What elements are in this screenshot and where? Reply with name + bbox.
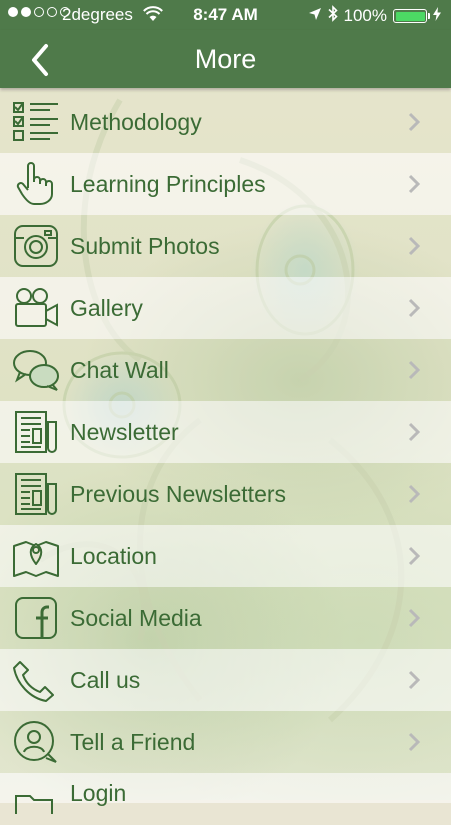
menu-item-label: Location [70,543,157,569]
chat-bubbles-icon [12,348,60,392]
menu-item-label: Tell a Friend [70,729,196,755]
phone-icon [12,658,60,702]
chevron-right-icon [408,174,421,194]
navigation-bar: More [0,30,451,88]
menu-item-label: Previous Newsletters [70,481,287,507]
chevron-right-icon [408,360,421,380]
user-circle-icon [12,720,60,764]
menu-item-learning-principles[interactable]: Learning Principles [0,153,451,215]
newspaper-icon [12,472,60,516]
menu-item-tell-a-friend[interactable]: Tell a Friend [0,711,451,773]
camera-icon [12,224,60,268]
chevron-right-icon [408,422,421,442]
map-pin-icon [12,534,60,578]
menu-item-label: Learning Principles [70,171,266,197]
menu-item-label: Submit Photos [70,233,220,259]
battery-percent: 100% [343,6,387,25]
page-title: More [194,44,257,74]
menu-item-label: Gallery [70,295,143,321]
chevron-right-icon [408,670,421,690]
bluetooth-icon [327,5,338,27]
facebook-icon [12,596,60,640]
menu-item-chat-wall[interactable]: Chat Wall [0,339,451,401]
menu-item-label: Social Media [70,605,202,631]
menu-item-location[interactable]: Location [0,525,451,587]
folder-icon [12,781,60,825]
menu-item-social-media[interactable]: Social Media [0,587,451,649]
battery-icon [393,9,430,23]
chevron-right-icon [408,484,421,504]
chevron-right-icon [408,608,421,628]
menu-item-login[interactable]: Login [0,773,451,814]
chevron-right-icon [408,732,421,752]
menu-item-label: Methodology [70,109,202,135]
menu-item-label: Newsletter [70,419,179,445]
menu-item-gallery[interactable]: Gallery [0,277,451,339]
pointing-hand-icon [12,162,60,206]
menu-item-label: Call us [70,667,141,693]
checklist-icon [12,100,60,144]
chevron-right-icon [408,112,421,132]
location-arrow-icon [308,6,322,26]
newspaper-icon [12,410,60,454]
chevron-right-icon [408,236,421,256]
more-menu-list: Methodology Learning Principles Submit P… [0,91,451,814]
charging-bolt-icon [433,6,441,26]
menu-item-submit-photos[interactable]: Submit Photos [0,215,451,277]
menu-item-previous-newsletters[interactable]: Previous Newsletters [0,463,451,525]
menu-item-newsletter[interactable]: Newsletter [0,401,451,463]
chevron-right-icon [408,298,421,318]
status-bar: 2degrees 8:47 AM 100% [0,0,451,30]
menu-item-label: Login [70,780,127,806]
video-camera-icon [12,286,60,330]
menu-item-call-us[interactable]: Call us [0,649,451,711]
menu-item-label: Chat Wall [70,357,169,383]
chevron-right-icon [408,546,421,566]
menu-item-methodology[interactable]: Methodology [0,91,451,153]
